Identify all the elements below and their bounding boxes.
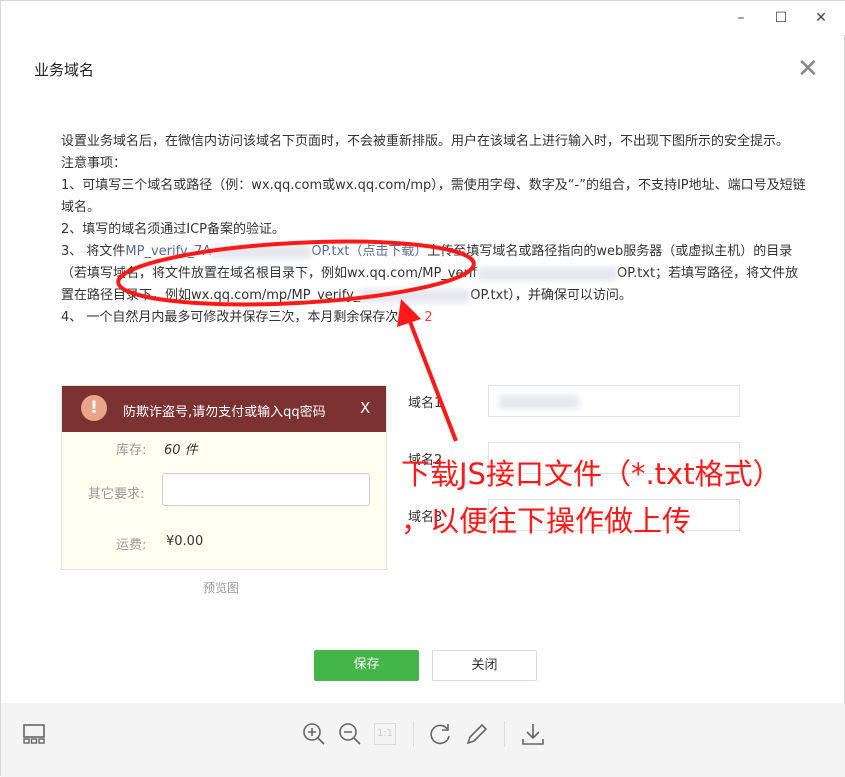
annotation-arrow — [407, 318, 458, 442]
save-button[interactable]: 保存 — [314, 650, 419, 681]
zoom-out-icon[interactable] — [337, 721, 363, 747]
annotation-line-1: 下载JS接口文件（*.txt格式） — [401, 457, 782, 491]
close-button[interactable]: 关闭 — [432, 650, 537, 681]
download-icon[interactable] — [520, 721, 546, 747]
annotation-overlay — [116, 239, 476, 442]
zoom-in-icon[interactable] — [301, 721, 327, 747]
actual-size-button[interactable]: 1:1 — [374, 723, 396, 745]
image-viewer-toolbar: 1:1 — [1, 703, 845, 777]
highlight-ellipse — [116, 239, 476, 307]
rotate-icon[interactable] — [427, 721, 453, 747]
divider — [413, 721, 414, 747]
thumbnail-layout-icon[interactable] — [21, 721, 47, 747]
edit-pencil-icon[interactable] — [464, 721, 490, 747]
divider — [504, 721, 505, 747]
arrow-head — [397, 299, 421, 327]
annotation-line-2: ，以便往下操作做上传 — [401, 504, 692, 538]
